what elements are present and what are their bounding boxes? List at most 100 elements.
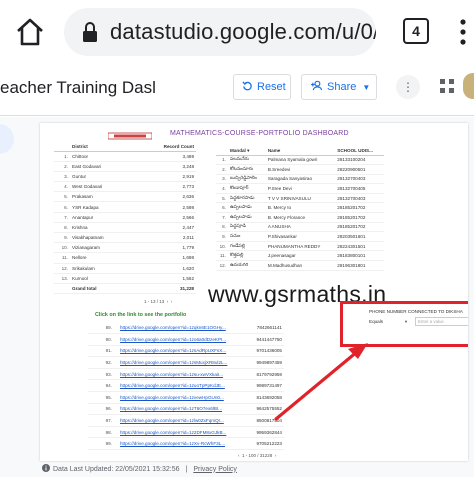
portfolio-link[interactable]: https://drive.google.com/open?id=1zo6a0d… <box>120 337 226 342</box>
column-header-name[interactable]: Name <box>265 147 336 156</box>
table-row[interactable]: 6. YSR Kadapa 2,598 <box>54 201 196 213</box>
portfolio-link[interactable]: https://drive.google.com/open?id=1zsAdRp… <box>120 348 226 353</box>
table-row[interactable]: 98. https://drive.google.com/open?id=1z2D… <box>88 426 284 439</box>
table-row[interactable]: 1. Chittoor 3,489 <box>54 151 196 162</box>
district-cell: Chittoor <box>70 151 135 162</box>
caret-down-icon[interactable]: ▼ <box>362 83 370 92</box>
row-index: 96. <box>88 403 118 416</box>
column-header-mandal[interactable]: Mandal ▾ <box>228 147 266 156</box>
reset-button[interactable]: Reset <box>233 74 291 100</box>
mandal-cell: బుచ్చిరెడ్డిపాలెం <box>228 174 266 185</box>
portfolio-link[interactable]: https://drive.google.com/open?id=1zT6O7e… <box>120 406 222 411</box>
table-row[interactable]: 5. Prakasam 2,636 <box>54 191 196 203</box>
table-row[interactable]: 6. ఉప్పలపాడు B. Mercy Io 28185201702 <box>216 202 384 214</box>
table-row[interactable]: 2. కోటనందూరు B.Sreedevi 28220900501 <box>216 164 384 175</box>
record-count-cell: 1,562 <box>134 273 196 284</box>
table-row[interactable]: 89. https://drive.google.com/open?id=1zqk… <box>88 322 284 335</box>
row-index: 8. <box>54 222 70 234</box>
name-cell: A ANUSHA <box>265 222 336 233</box>
table-row[interactable]: 96. https://drive.google.com/open?id=1zT6… <box>88 403 284 416</box>
avatar[interactable] <box>463 73 474 99</box>
table-row[interactable]: 11. Nellore 1,698 <box>54 252 196 264</box>
table-row[interactable]: 99. https://drive.google.com/open?id=1zXv… <box>88 437 284 451</box>
name-cell: T V V SRINIVASULU <box>265 193 336 204</box>
share-button[interactable]: Share ▼ <box>301 74 377 100</box>
record-count-cell: 2,773 <box>134 181 196 193</box>
more-options-button[interactable]: ⋮ <box>396 75 420 99</box>
home-icon[interactable] <box>14 16 46 48</box>
name-cell: B. Mercy Io <box>265 202 336 214</box>
table-row[interactable]: 7. ఉప్పలపాడు B. Mercy Florance 28185201702 <box>216 212 384 223</box>
table-row[interactable]: 94. https://drive.google.com/open?id=1zuo… <box>88 379 284 393</box>
table-row[interactable]: 93. https://drive.google.com/open?id=1zsu… <box>88 368 284 381</box>
table-row[interactable]: 8. Krishna 2,447 <box>54 222 196 234</box>
table-row[interactable]: 4. కొండాపూర్ P.Sree Devi 28132700405 <box>216 183 384 194</box>
table-row[interactable]: 2. East Godavari 3,248 <box>54 161 196 172</box>
name-cell: Saragada Sanyasirao <box>265 174 336 185</box>
table-row[interactable]: 8. పెద్దపూడి A ANUSHA 28185201702 <box>216 222 384 233</box>
portfolio-link[interactable]: https://drive.google.com/open?id=1zsMuxj… <box>120 360 227 365</box>
table-row[interactable]: 3. Guntur 2,919 <box>54 171 196 183</box>
tab-switcher-button[interactable]: 4 <box>403 18 429 44</box>
table-row[interactable]: 10. Vizianagaram 1,779 <box>54 242 196 254</box>
add-person-icon <box>310 80 323 94</box>
portfolio-link[interactable]: https://drive.google.com/open?id=1zlw0Zx… <box>120 418 224 423</box>
chevron-right-icon[interactable]: › <box>170 299 173 304</box>
browser-menu-icon[interactable] <box>458 18 468 46</box>
apps-grid-icon[interactable] <box>440 79 454 93</box>
portfolio-link[interactable]: https://drive.google.com/open?id=1zqkn6E… <box>120 325 226 330</box>
portfolio-link[interactable]: https://drive.google.com/open?id=1zsu-xw… <box>120 372 223 377</box>
table-row[interactable]: 4. West Godavari 2,773 <box>54 181 196 193</box>
table-row[interactable]: 3. బుచ్చిరెడ్డిపాలెం Saragada Sanyasirao 28… <box>216 174 384 185</box>
filter-label: PHONE NUMBER CONNECTED TO DIKSHA <box>369 309 463 314</box>
mandal-table: Mandal ▾ Name SCHOOL UDIS... 1. పలమనేరు Pa… <box>216 147 384 271</box>
table-row[interactable]: 10. గండేపల్లి PHANUMANTHA REDDY 28224301501 <box>216 241 384 252</box>
column-header-record-count[interactable]: Record Count <box>134 143 196 152</box>
row-index: 11. <box>216 250 228 262</box>
table-row[interactable]: 91. https://drive.google.com/open?id=1zsA… <box>88 345 284 358</box>
portfolio-link[interactable]: https://drive.google.com/open?id=1z2DFM8… <box>120 430 226 435</box>
school-udise-cell: 28132700403 <box>335 193 384 204</box>
column-header-school-udise[interactable]: SCHOOL UDIS... <box>335 147 384 156</box>
table-row[interactable]: 95. https://drive.google.com/open?id=1zve… <box>88 391 284 404</box>
privacy-policy-link[interactable]: Privacy Policy <box>193 466 237 473</box>
table-row[interactable]: 92. https://drive.google.com/open?id=1zsM… <box>88 356 284 369</box>
table-row[interactable]: 1. పలమనేరు Palmana Syamala gowri 2813310020… <box>216 155 384 166</box>
table-row[interactable]: 9. Visakhapatnam 2,011 <box>54 232 196 244</box>
row-index: 99. <box>88 437 118 451</box>
filter-value-input[interactable]: Enter a value <box>415 317 468 326</box>
portfolio-link[interactable]: https://drive.google.com/open?id=1zvewHp… <box>120 395 224 400</box>
table-row[interactable]: 12. ఉదయగిరి M.Madhusudhan 28196301801 <box>216 260 384 271</box>
portfolio-link[interactable]: https://drive.google.com/open?id=1zXv-Rc… <box>120 441 225 446</box>
mandal-cell: పెద్దకూరపాడు <box>228 193 266 204</box>
caret-down-icon[interactable]: ▼ <box>404 319 408 324</box>
row-index: 10. <box>216 241 228 252</box>
table-row[interactable]: 13. Kurnool 1,562 <box>54 273 196 284</box>
phone-number-cell: 9441447750 <box>244 333 284 346</box>
table-row[interactable]: 97. https://drive.google.com/open?id=1zlw… <box>88 414 284 427</box>
table-row[interactable]: 9. సదుం P.Shivasankar 28203501601 <box>216 231 384 242</box>
row-index: 13. <box>54 273 70 284</box>
chevron-left-icon[interactable]: ‹ <box>238 453 241 458</box>
chevron-left-icon[interactable]: ‹ <box>166 299 169 304</box>
portfolio-link[interactable]: https://drive.google.com/open?id=1zuoTpP… <box>120 383 225 388</box>
table-row[interactable]: 90. https://drive.google.com/open?id=1zo6… <box>88 333 284 346</box>
phone-number-cell: 9642575552 <box>244 403 284 416</box>
filter-operator-select[interactable]: Equals <box>369 319 383 324</box>
phone-number-cell: 8500817504 <box>244 414 284 427</box>
address-bar[interactable]: datastudio.google.com/u/0/r <box>64 8 376 56</box>
column-header-district[interactable]: District <box>70 143 135 152</box>
share-label: Share <box>327 81 357 93</box>
table-row[interactable]: 12. Srikakulam 1,620 <box>54 263 196 274</box>
table-row[interactable]: 11. కొత్తపల్లి J.peenasagar 28183800101 <box>216 250 384 262</box>
portfolio-table-pager[interactable]: ‹ 1 - 100 / 31228 › <box>238 453 276 458</box>
row-index: 12. <box>216 260 228 271</box>
table-row[interactable]: 5. పెద్దకూరపాడు T V V SRINIVASULU 281327004… <box>216 193 384 204</box>
table-row[interactable]: 7. Anantapur 2,566 <box>54 212 196 223</box>
record-count-cell: 3,248 <box>134 161 196 172</box>
school-udise-cell: 28185201702 <box>335 222 384 233</box>
chevron-right-icon[interactable]: › <box>274 453 277 458</box>
district-table-pager[interactable]: 1 - 13 / 13 ‹ › <box>144 299 172 304</box>
row-index: 5. <box>54 191 70 203</box>
row-index: 7. <box>216 212 228 223</box>
